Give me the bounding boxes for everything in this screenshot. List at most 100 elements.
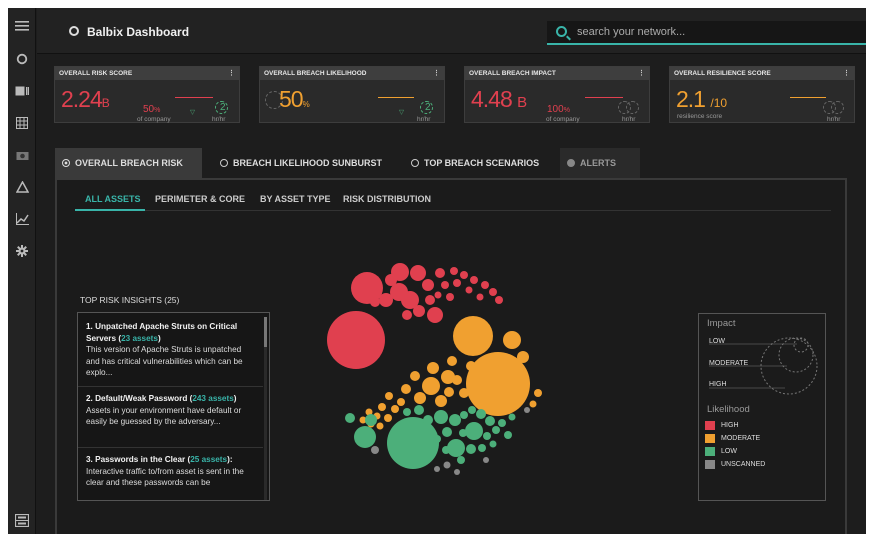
asset-bubble[interactable]: [442, 427, 452, 437]
asset-bubble[interactable]: [517, 351, 529, 363]
asset-bubble[interactable]: [410, 265, 426, 281]
asset-bubble[interactable]: [441, 281, 449, 289]
asset-bubble[interactable]: [434, 291, 442, 299]
asset-bubble[interactable]: [385, 392, 393, 400]
insight-item[interactable]: 1. Unpatched Apache Struts on Critical S…: [86, 321, 254, 379]
asset-bubble[interactable]: [460, 411, 468, 419]
gear-icon[interactable]: [14, 245, 30, 261]
asset-bubble[interactable]: [425, 295, 435, 305]
asset-bubble[interactable]: [376, 422, 384, 430]
asset-bubble[interactable]: [434, 466, 440, 472]
asset-bubble[interactable]: [452, 375, 462, 385]
camera-icon[interactable]: [14, 149, 30, 165]
asset-bubble[interactable]: [466, 361, 476, 371]
asset-bubble[interactable]: [450, 267, 458, 275]
grid-icon[interactable]: [14, 117, 30, 133]
asset-bubble[interactable]: [354, 426, 376, 448]
asset-bubble[interactable]: [422, 377, 440, 395]
asset-bubble[interactable]: [457, 456, 465, 464]
asset-bubble[interactable]: [453, 316, 493, 356]
asset-bubble[interactable]: [454, 469, 460, 475]
tab-overall-breach-risk[interactable]: OVERALL BREACH RISK: [55, 148, 202, 178]
id-card-icon[interactable]: [14, 85, 30, 101]
tab-alerts[interactable]: ALERTS: [560, 148, 640, 178]
asset-bubble[interactable]: [446, 293, 454, 301]
kpi-menu-icon[interactable]: ⋮: [228, 67, 235, 80]
asset-bubble[interactable]: [465, 422, 483, 440]
asset-bubble[interactable]: [485, 416, 495, 426]
asset-bubble[interactable]: [449, 414, 461, 426]
asset-bubble[interactable]: [379, 293, 393, 307]
subtab-risk-distribution[interactable]: RISK DISTRIBUTION: [343, 194, 431, 204]
asset-bubble[interactable]: [459, 429, 467, 437]
asset-bubble[interactable]: [476, 409, 486, 419]
kpi-menu-icon[interactable]: ⋮: [433, 67, 440, 80]
search-box[interactable]: [547, 21, 866, 45]
asset-bubble[interactable]: [402, 310, 412, 320]
asset-bubble[interactable]: [443, 461, 451, 469]
asset-bubble[interactable]: [413, 305, 425, 317]
insight-item[interactable]: 2. Default/Weak Password (243 assets) As…: [86, 393, 254, 428]
asset-bubble[interactable]: [397, 398, 405, 406]
asset-bubble[interactable]: [466, 444, 476, 454]
asset-bubble[interactable]: [384, 414, 392, 422]
asset-bubble[interactable]: [483, 457, 489, 463]
asset-bubble[interactable]: [447, 356, 457, 366]
asset-bubble[interactable]: [465, 286, 473, 294]
asset-bubble[interactable]: [423, 415, 433, 425]
asset-bubble[interactable]: [435, 395, 447, 407]
asset-bubble[interactable]: [414, 392, 426, 404]
asset-bubble[interactable]: [489, 440, 497, 448]
asset-bubble[interactable]: [401, 384, 411, 394]
asset-bubble[interactable]: [478, 444, 486, 452]
kpi-menu-icon[interactable]: ⋮: [638, 67, 645, 80]
asset-bubble[interactable]: [327, 311, 385, 369]
asset-bubble[interactable]: [470, 276, 478, 284]
asset-bubble[interactable]: [435, 268, 445, 278]
insight-asset-link[interactable]: 243 assets: [192, 394, 233, 403]
asset-bubble[interactable]: [414, 405, 424, 415]
asset-bubble[interactable]: [498, 419, 506, 427]
asset-bubble[interactable]: [371, 446, 379, 454]
asset-bubble[interactable]: [483, 432, 491, 440]
asset-bubble[interactable]: [410, 371, 420, 381]
asset-bubble[interactable]: [447, 439, 465, 457]
subtab-by-asset-type[interactable]: BY ASSET TYPE: [260, 194, 331, 204]
asset-bubble[interactable]: [524, 407, 530, 413]
kpi-card-resilience-score[interactable]: OVERALL RESILIENCE SCORE ⋮ 2.1 /10 resili…: [669, 66, 855, 123]
asset-bubble[interactable]: [434, 410, 448, 424]
asset-bubble[interactable]: [508, 413, 516, 421]
scroll-thumb[interactable]: [264, 317, 267, 347]
asset-bubble[interactable]: [442, 446, 450, 454]
asset-bubble[interactable]: [433, 435, 441, 443]
asset-bubble[interactable]: [403, 408, 411, 416]
triangle-icon[interactable]: [14, 180, 30, 197]
insight-asset-link[interactable]: 25 assets: [190, 455, 227, 464]
asset-bubble[interactable]: [444, 387, 454, 397]
tab-top-breach-scenarios[interactable]: TOP BREACH SCENARIOS: [404, 148, 559, 178]
asset-bubble[interactable]: [481, 281, 489, 289]
asset-bubble[interactable]: [365, 414, 377, 426]
asset-bubble[interactable]: [529, 400, 537, 408]
asset-bubble[interactable]: [504, 431, 512, 439]
kpi-card-risk-score[interactable]: OVERALL RISK SCORE ⋮ 2.24B 50% of company…: [54, 66, 240, 123]
insight-item[interactable]: 3. Passwords in the Clear (25 assets): I…: [86, 454, 254, 489]
server-icon[interactable]: [14, 513, 30, 530]
insights-scrollbar[interactable]: [264, 317, 267, 500]
asset-bubble[interactable]: [385, 274, 397, 286]
asset-bubble[interactable]: [460, 271, 468, 279]
asset-bubble[interactable]: [422, 279, 434, 291]
asset-bubble[interactable]: [498, 358, 508, 368]
tab-breach-likelihood-sunburst[interactable]: BREACH LIKELIHOOD SUNBURST: [213, 148, 393, 178]
kpi-card-breach-likelihood[interactable]: OVERALL BREACH LIKELIHOOD ⋮ 50% ▽ 2 hr/hr: [259, 66, 445, 123]
asset-bubble[interactable]: [387, 417, 439, 469]
asset-bubble[interactable]: [378, 403, 386, 411]
insight-asset-link[interactable]: 23 assets: [121, 334, 158, 343]
asset-bubble[interactable]: [391, 405, 399, 413]
asset-bubble[interactable]: [476, 293, 484, 301]
asset-bubble[interactable]: [495, 296, 503, 304]
kpi-menu-icon[interactable]: ⋮: [843, 67, 850, 80]
asset-bubble[interactable]: [468, 406, 476, 414]
asset-bubble[interactable]: [427, 307, 443, 323]
asset-bubble[interactable]: [492, 426, 500, 434]
